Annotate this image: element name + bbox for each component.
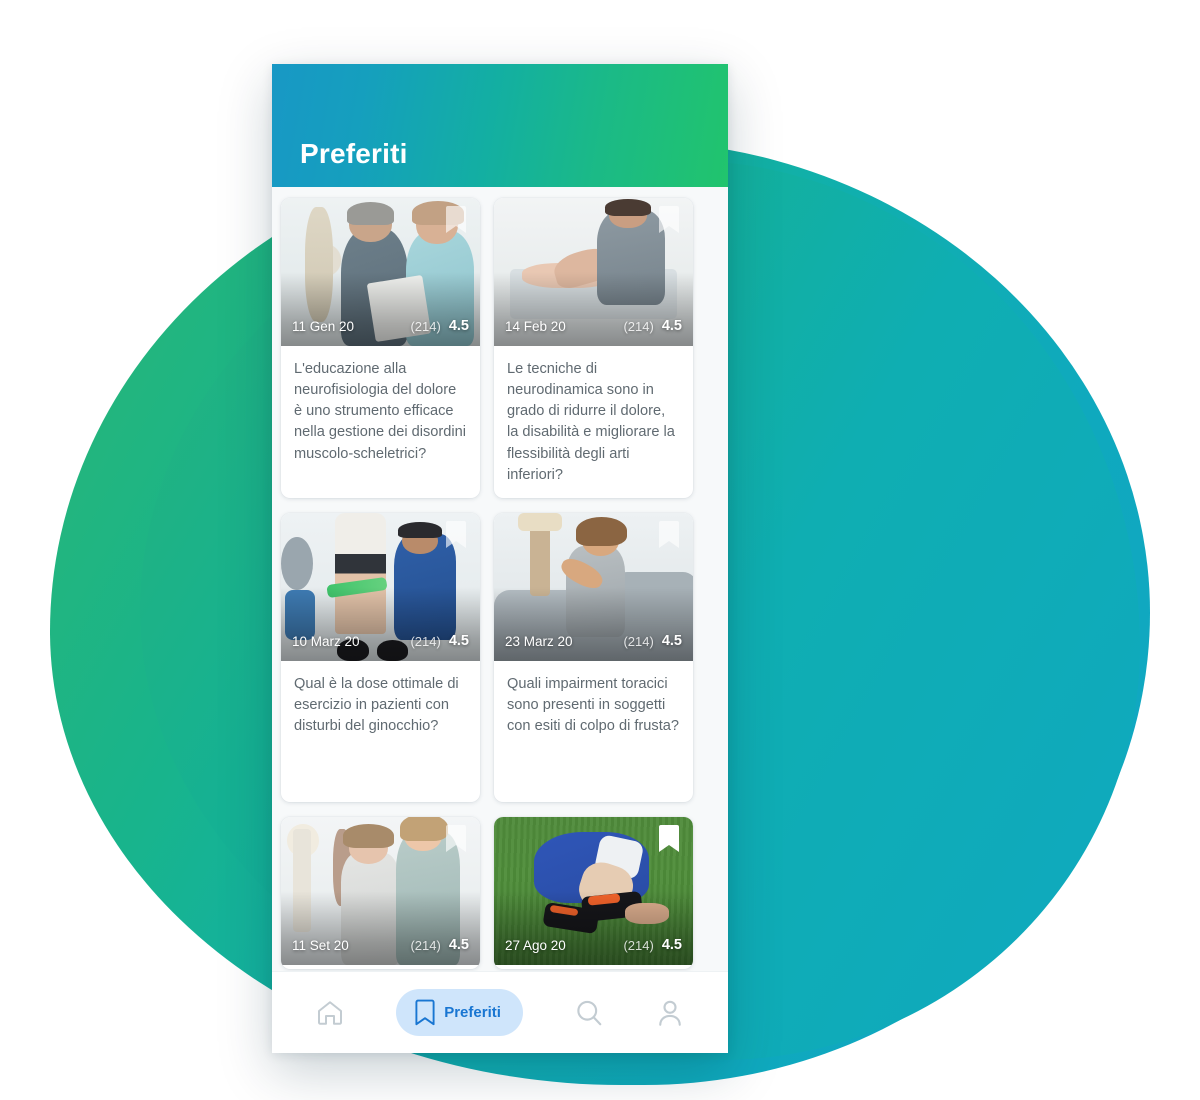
card-thumbnail: 23 Marz 20 (214) 4.5: [494, 513, 693, 661]
app-header: Preferiti: [272, 64, 728, 187]
home-icon: [315, 998, 345, 1028]
card-meta: 14 Feb 20 (214) 4.5: [494, 306, 693, 346]
card-thumbnail: 10 Marz 20 (214) 4.5: [281, 513, 480, 661]
bookmark-icon[interactable]: [445, 520, 467, 550]
card-date: 10 Marz 20: [292, 633, 360, 649]
list-item[interactable]: 14 Feb 20 (214) 4.5 Le tecniche di neuro…: [494, 198, 693, 498]
bottom-navigation: Preferiti: [272, 971, 728, 1053]
review-count: (214): [410, 633, 441, 649]
card-meta: 11 Gen 20 (214) 4.5: [281, 306, 480, 346]
review-count: (214): [410, 318, 441, 334]
review-count: (214): [623, 937, 654, 953]
card-title: Qual è la dose ottimale di esercizio in …: [294, 676, 459, 735]
card-rating: (214) 4.5: [410, 937, 469, 953]
card-meta: 10 Marz 20 (214) 4.5: [281, 621, 480, 661]
list-item[interactable]: 10 Marz 20 (214) 4.5 Qual è la dose otti…: [281, 513, 480, 802]
card-rating: (214) 4.5: [410, 633, 469, 649]
nav-item-search[interactable]: [574, 998, 604, 1028]
card-date: 23 Marz 20: [505, 633, 573, 649]
bookmark-icon: [414, 999, 436, 1026]
rating-value: 4.5: [661, 318, 682, 334]
page-title: Preferiti: [300, 138, 408, 169]
card-thumbnail: 14 Feb 20 (214) 4.5: [494, 198, 693, 346]
phone-mockup: Preferiti 11 Gen 20 (214) 4.5 L'educazio…: [272, 64, 728, 1053]
card-rating: (214) 4.5: [623, 633, 682, 649]
list-item[interactable]: 11 Gen 20 (214) 4.5 L'educazione alla ne…: [281, 198, 480, 498]
card-title: Quali impairment toracici sono presenti …: [507, 676, 679, 735]
rating-value: 4.5: [448, 318, 469, 334]
card-rating: (214) 4.5: [623, 937, 682, 953]
search-icon: [574, 998, 604, 1028]
list-item[interactable]: 27 Ago 20 (214) 4.5: [494, 817, 693, 969]
rating-value: 4.5: [448, 937, 469, 953]
review-count: (214): [623, 318, 654, 334]
card-meta: 11 Set 20 (214) 4.5: [281, 925, 480, 965]
card-rating: (214) 4.5: [410, 318, 469, 334]
nav-item-profile[interactable]: [655, 998, 685, 1028]
review-count: (214): [410, 937, 441, 953]
list-item[interactable]: 23 Marz 20 (214) 4.5 Quali impairment to…: [494, 513, 693, 802]
card-date: 14 Feb 20: [505, 318, 566, 334]
nav-item-label: Preferiti: [444, 1004, 501, 1021]
card-date: 27 Ago 20: [505, 937, 566, 953]
card-meta: 23 Marz 20 (214) 4.5: [494, 621, 693, 661]
bookmark-icon[interactable]: [658, 824, 680, 854]
favorites-list[interactable]: 11 Gen 20 (214) 4.5 L'educazione alla ne…: [272, 187, 728, 971]
card-thumbnail: 11 Gen 20 (214) 4.5: [281, 198, 480, 346]
person-icon: [655, 998, 685, 1028]
rating-value: 4.5: [661, 937, 682, 953]
bookmark-icon[interactable]: [658, 520, 680, 550]
card-thumbnail: 27 Ago 20 (214) 4.5: [494, 817, 693, 965]
bookmark-icon[interactable]: [658, 205, 680, 235]
card-title: Le tecniche di neurodinamica sono in gra…: [507, 361, 675, 483]
nav-item-preferiti[interactable]: Preferiti: [396, 989, 523, 1036]
card-rating: (214) 4.5: [623, 318, 682, 334]
card-title: L'educazione alla neurofisiologia del do…: [294, 361, 466, 462]
bookmark-icon[interactable]: [445, 205, 467, 235]
rating-value: 4.5: [661, 633, 682, 649]
list-item[interactable]: 11 Set 20 (214) 4.5: [281, 817, 480, 969]
nav-item-home[interactable]: [315, 998, 345, 1028]
card-thumbnail: 11 Set 20 (214) 4.5: [281, 817, 480, 965]
bookmark-icon[interactable]: [445, 824, 467, 854]
card-date: 11 Set 20: [292, 937, 349, 953]
review-count: (214): [623, 633, 654, 649]
card-date: 11 Gen 20: [292, 318, 355, 334]
card-meta: 27 Ago 20 (214) 4.5: [494, 925, 693, 965]
rating-value: 4.5: [448, 633, 469, 649]
